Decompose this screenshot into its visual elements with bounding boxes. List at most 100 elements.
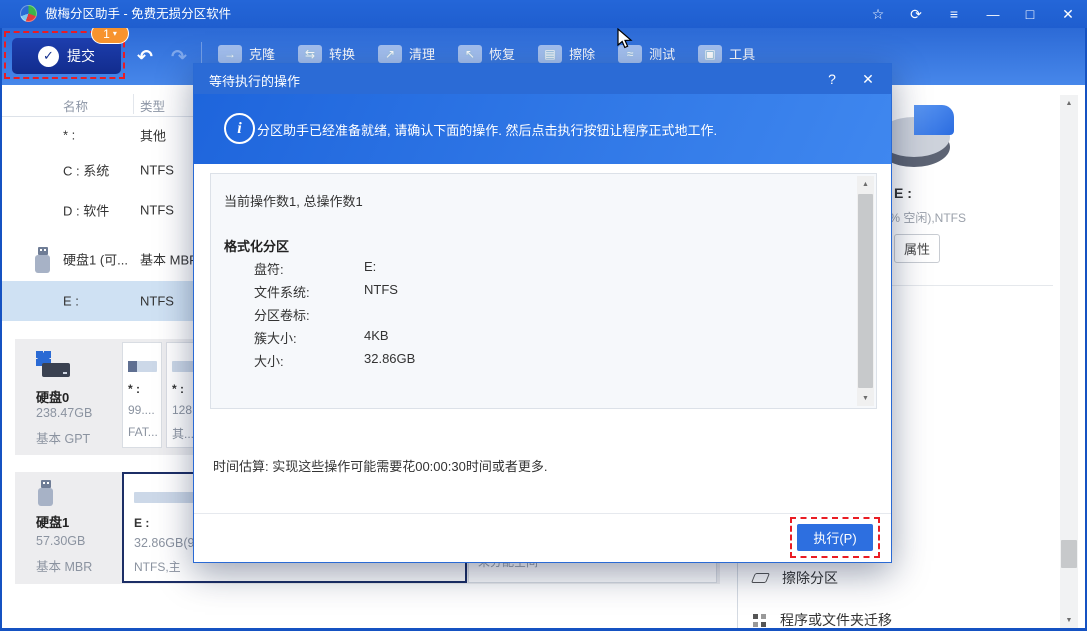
action-label: 擦除分区: [782, 568, 838, 588]
column-divider: [133, 94, 134, 114]
titlebar-icons: ☆ ⟳ ≡ — □ ✕: [853, 0, 1081, 28]
volume-name: * :: [63, 127, 75, 142]
action-migrate-apps[interactable]: 程序或文件夹迁移: [753, 610, 892, 630]
field-value: 32.86GB: [364, 351, 415, 366]
info-icon: i: [224, 113, 255, 144]
erase-icon: ▤: [538, 45, 562, 63]
scroll-down-icon[interactable]: ▼: [1060, 612, 1078, 628]
partition-label: * :: [172, 382, 184, 396]
refresh-icon[interactable]: ⟳: [903, 3, 929, 25]
clone-icon: →: [218, 45, 242, 63]
submit-highlight-dashed-border: ✓ 提交 1 ▾: [4, 31, 125, 79]
toolbar-item-clean[interactable]: ↗ 清理: [378, 44, 435, 63]
scroll-up-icon[interactable]: ▲: [857, 176, 874, 192]
favorite-icon[interactable]: ☆: [865, 3, 891, 25]
mouse-cursor: [617, 28, 633, 55]
volume-name: C : 系统: [63, 160, 109, 179]
title-bar: 傲梅分区助手 - 免费无损分区软件 ☆ ⟳ ≡ — □ ✕: [0, 0, 1087, 28]
window-title: 傲梅分区助手 - 免费无损分区软件: [45, 0, 231, 28]
disk-style: 基本 MBR: [36, 556, 92, 575]
execute-button[interactable]: 执行(P): [797, 524, 873, 551]
field-label: 文件系统:: [254, 282, 310, 301]
minimize-button[interactable]: —: [979, 3, 1005, 25]
submit-label: 提交: [67, 46, 95, 66]
usb-drive-icon: [38, 480, 53, 506]
dialog-close-button[interactable]: ✕: [857, 69, 879, 89]
panel-scrollbar[interactable]: ▲ ▼: [1060, 95, 1078, 628]
volume-type: NTFS: [140, 294, 174, 309]
footer-divider: [194, 513, 891, 514]
toolbar-item-recover[interactable]: ↖ 恢复: [458, 44, 515, 63]
column-header-type[interactable]: 类型: [140, 96, 165, 115]
partition-box[interactable]: * : 99.... FAT...: [122, 342, 162, 448]
field-value: NTFS: [364, 282, 398, 297]
disk-size: 57.30GB: [36, 534, 85, 548]
partition-label: E :: [134, 516, 149, 530]
dialog-banner: i 分区助手已经准备就绪, 请确认下面的操作. 然后点击执行按钮让程序正式地工作…: [194, 94, 891, 164]
field-value: 4KB: [364, 328, 389, 343]
partition-fs: NTFS,主: [134, 558, 181, 575]
toolbar-item-label: 工具: [729, 44, 755, 63]
selected-volume-label: E :: [894, 185, 912, 201]
volume-type: 其他: [140, 125, 166, 144]
app-window: 傲梅分区助手 - 免费无损分区软件 ☆ ⟳ ≡ — □ ✕ ✓ 提交 1 ▾ ↶…: [0, 0, 1087, 631]
toolbar-item-clone[interactable]: → 克隆: [218, 44, 275, 63]
eraser-icon: [751, 573, 770, 583]
clean-icon: ↗: [378, 45, 402, 63]
scrollbar-thumb[interactable]: [858, 194, 873, 388]
volume-name: D : 软件: [63, 200, 109, 219]
action-erase-partition[interactable]: 擦除分区: [753, 568, 838, 588]
operation-title: 格式化分区: [224, 236, 289, 255]
dialog-title: 等待执行的操作: [209, 71, 300, 90]
dialog-scrollbar[interactable]: ▲ ▼: [857, 176, 874, 406]
recover-icon: ↖: [458, 45, 482, 63]
execute-highlight-dashed-border: 执行(P): [790, 517, 880, 558]
field-label: 大小:: [254, 351, 284, 370]
close-button[interactable]: ✕: [1055, 3, 1081, 25]
undo-button[interactable]: ↶: [133, 45, 157, 69]
maximize-button[interactable]: □: [1017, 3, 1043, 25]
convert-icon: ⇆: [298, 45, 322, 63]
toolbar-item-label: 擦除: [569, 44, 595, 63]
toolbar-item-tools[interactable]: ▣ 工具: [698, 44, 755, 63]
migrate-icon: [753, 614, 766, 627]
disk-size: 238.47GB: [36, 406, 92, 420]
action-label: 程序或文件夹迁移: [780, 610, 892, 630]
menu-icon[interactable]: ≡: [941, 3, 967, 25]
help-icon[interactable]: ?: [821, 69, 843, 89]
disk-name: 硬盘0: [36, 387, 69, 406]
partition-fs: FAT...: [128, 425, 158, 439]
toolbar-item-label: 清理: [409, 44, 435, 63]
scroll-down-icon[interactable]: ▼: [857, 390, 874, 406]
scroll-up-icon[interactable]: ▲: [1060, 95, 1078, 111]
operations-list: 当前操作数1, 总操作数1 格式化分区 盘符: E: 文件系统: NTFS 分区…: [210, 173, 877, 409]
volume-type: NTFS: [140, 202, 174, 217]
app-logo-icon: [20, 5, 37, 22]
toolbar-item-label: 恢复: [489, 44, 515, 63]
properties-button[interactable]: 属性: [894, 234, 940, 263]
field-value: E:: [364, 259, 376, 274]
volume-name: 硬盘1 (可...: [63, 250, 128, 269]
panel-divider: [883, 285, 1053, 286]
tools-icon: ▣: [698, 45, 722, 63]
toolbar-item-label: 克隆: [249, 44, 275, 63]
toolbar-item-label: 转换: [329, 44, 355, 63]
dialog-header[interactable]: 等待执行的操作 ? ✕: [194, 64, 891, 94]
banner-text: 分区助手已经准备就绪, 请确认下面的操作. 然后点击执行按钮让程序正式地工作.: [257, 94, 717, 164]
column-header-name[interactable]: 名称: [63, 96, 88, 115]
pending-operations-dialog: 等待执行的操作 ? ✕ i 分区助手已经准备就绪, 请确认下面的操作. 然后点击…: [193, 63, 892, 563]
redo-button[interactable]: ↷: [167, 45, 191, 69]
field-label: 盘符:: [254, 259, 284, 278]
volume-name: E :: [63, 294, 79, 309]
toolbar-item-erase[interactable]: ▤ 擦除: [538, 44, 595, 63]
disk-name: 硬盘1: [36, 512, 69, 531]
volume-type: 基本 MBR: [140, 250, 199, 269]
field-label: 分区卷标:: [254, 305, 310, 324]
partition-label: * :: [128, 382, 140, 396]
pending-count: 1: [103, 27, 110, 41]
toolbar-item-convert[interactable]: ⇆ 转换: [298, 44, 355, 63]
scrollbar-thumb[interactable]: [1061, 540, 1077, 568]
partition-fs: 其...: [172, 425, 194, 442]
disk-style: 基本 GPT: [36, 428, 90, 447]
volume-type: NTFS: [140, 162, 174, 177]
